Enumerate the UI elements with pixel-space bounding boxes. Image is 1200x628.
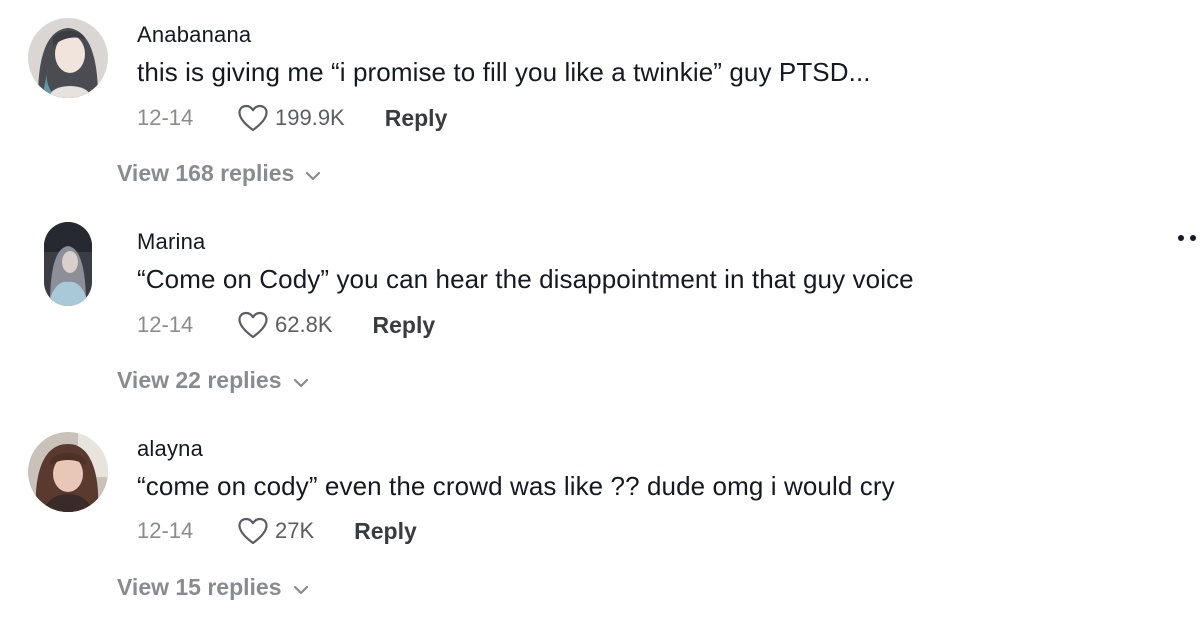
- view-replies-button[interactable]: View 15 replies: [117, 574, 310, 601]
- avatar-image: [28, 18, 108, 98]
- reply-button[interactable]: Reply: [373, 312, 436, 339]
- comment-text: “Come on Cody” you can hear the disappoi…: [137, 264, 914, 294]
- view-replies-label: View 22 replies: [117, 367, 282, 393]
- comment-date: 12-14: [137, 105, 194, 130]
- reply-button[interactable]: Reply: [385, 105, 448, 132]
- comment-username[interactable]: Marina: [137, 229, 205, 255]
- more-dot: [1190, 235, 1196, 241]
- like-count: 199.9K: [275, 105, 345, 130]
- comment-meta: 12-14 199.9K Reply: [137, 101, 447, 135]
- view-replies-button[interactable]: View 22 replies: [117, 367, 310, 394]
- comment-username[interactable]: alayna: [137, 436, 203, 462]
- chevron-down-icon: [293, 378, 308, 387]
- comment-meta: 12-14 27K Reply: [137, 514, 417, 548]
- like-count: 27K: [275, 518, 315, 543]
- avatar[interactable]: [44, 222, 92, 306]
- like-count: 62.8K: [275, 312, 333, 337]
- avatar[interactable]: [28, 18, 108, 98]
- view-replies-button[interactable]: View 168 replies: [117, 160, 322, 187]
- chevron-down-icon: [306, 171, 321, 180]
- view-replies-label: View 15 replies: [117, 574, 282, 600]
- reply-button[interactable]: Reply: [354, 518, 417, 545]
- more-options-icon[interactable]: [1178, 235, 1200, 241]
- like-button[interactable]: 62.8K: [237, 310, 333, 340]
- avatar-image: [44, 222, 92, 306]
- comment-meta: 12-14 62.8K Reply: [137, 308, 435, 342]
- comment-text: “come on cody” even the crowd was like ?…: [137, 471, 895, 501]
- heart-outline-icon: [238, 104, 268, 132]
- like-button[interactable]: 199.9K: [237, 103, 345, 133]
- comment-text: this is giving me “i promise to fill you…: [137, 57, 871, 87]
- heart-outline-icon: [238, 311, 268, 339]
- view-replies-label: View 168 replies: [117, 160, 295, 186]
- comment-date: 12-14: [137, 518, 194, 543]
- comment-username[interactable]: Anabanana: [137, 22, 251, 48]
- avatar-image: [28, 432, 108, 512]
- heart-outline-icon: [238, 517, 268, 545]
- avatar[interactable]: [28, 432, 108, 512]
- like-button[interactable]: 27K: [237, 516, 314, 546]
- comment-date: 12-14: [137, 312, 194, 337]
- more-dot: [1178, 235, 1184, 241]
- chevron-down-icon: [293, 585, 308, 594]
